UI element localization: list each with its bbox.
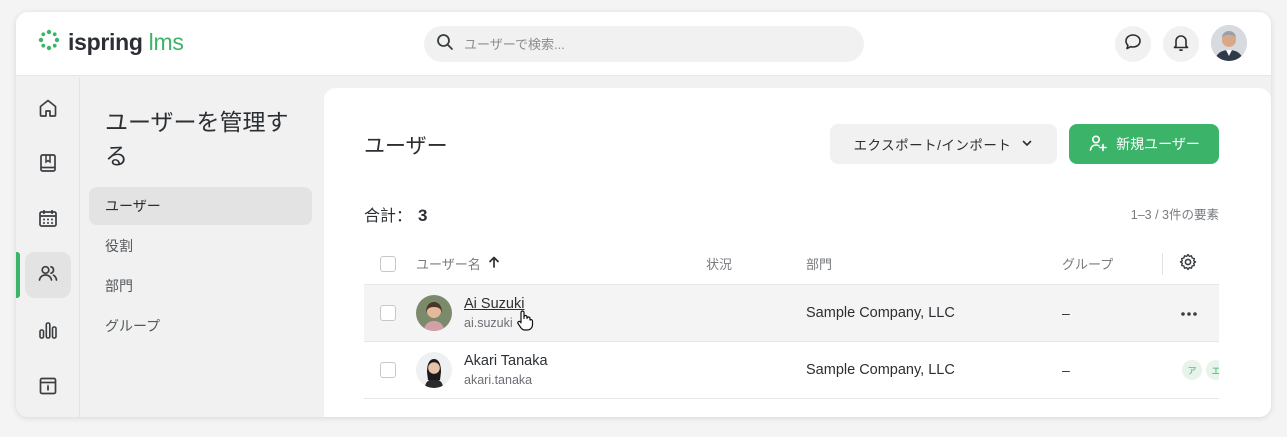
archive-icon (37, 375, 59, 402)
search-input[interactable] (464, 36, 844, 52)
users-table: ユーザー名 状況 部門 グループ Ai Suzuki ai.suzuki Sam… (364, 243, 1226, 399)
column-username-label: ユーザー名 (416, 257, 481, 272)
logo[interactable]: ispring lms (38, 29, 184, 56)
home-icon (37, 97, 59, 124)
logo-text: ispring lms (68, 29, 184, 55)
export-import-button[interactable]: エクスポート/インポート (830, 124, 1057, 164)
nav-archive[interactable] (25, 365, 71, 411)
user-login: akari.tanaka (464, 373, 533, 387)
row-checkbox[interactable] (380, 362, 396, 378)
column-group[interactable]: グループ (1062, 243, 1113, 284)
table-scroll-edge (1219, 243, 1271, 417)
book-icon (37, 152, 59, 179)
column-username[interactable]: ユーザー名 (416, 243, 501, 284)
column-status[interactable]: 状況 (706, 243, 732, 284)
main-panel: ユーザー エクスポート/インポート 新規ユーザー 合計： 3 1–3 / 3件の… (324, 88, 1271, 417)
avatar (416, 352, 452, 388)
tag-badge: ア (1182, 360, 1202, 380)
notifications-button[interactable] (1163, 26, 1199, 62)
select-all-checkbox[interactable] (380, 255, 396, 272)
user-group: – (1062, 362, 1070, 378)
active-indicator (16, 252, 20, 298)
app-window: ispring lms ユーザーで検索... ユーザーを管理する ユーザー 役割… (16, 12, 1271, 417)
user-name-link[interactable]: Akari Tanaka (464, 353, 548, 369)
nav-calendar[interactable] (25, 197, 71, 243)
user-department: Sample Company, LLC (806, 362, 955, 378)
nav-reports[interactable] (25, 309, 71, 355)
pagination-info: 1–3 / 3件の要素 (1130, 208, 1219, 222)
gear-icon (1178, 252, 1198, 275)
page-title: ユーザー (364, 135, 448, 158)
new-user-label: 新規ユーザー (1116, 136, 1200, 152)
total-count: 合計： 3 (364, 202, 427, 226)
more-icon (1180, 304, 1198, 322)
subnav: ユーザーを管理する ユーザー 役割 部門 グループ (81, 77, 323, 417)
subnav-title: ユーザーを管理する (105, 109, 289, 169)
column-department[interactable]: 部門 (806, 243, 832, 284)
subnav-item-roles[interactable]: 役割 (89, 227, 312, 265)
users-icon (37, 262, 59, 289)
user-department: Sample Company, LLC (806, 305, 955, 321)
row-checkbox[interactable] (380, 305, 396, 321)
export-import-label: エクスポート/インポート (853, 138, 1012, 153)
new-user-button[interactable]: 新規ユーザー (1069, 124, 1219, 164)
calendar-icon (37, 207, 59, 234)
subnav-item-users[interactable]: ユーザー (89, 187, 312, 225)
search-bar[interactable] (424, 26, 864, 62)
header-divider (1162, 253, 1163, 275)
chat-button[interactable] (1115, 26, 1151, 62)
add-user-icon (1088, 133, 1108, 156)
logo-icon (38, 29, 60, 56)
user-group: – (1062, 305, 1070, 321)
nav-users[interactable] (25, 252, 71, 298)
nav-home[interactable] (25, 87, 71, 133)
left-rail (16, 77, 80, 417)
top-bar: ispring lms (16, 12, 1271, 76)
search-icon (436, 33, 454, 56)
chart-icon (37, 319, 59, 346)
hand-cursor-icon (516, 309, 534, 331)
column-settings-button[interactable] (1178, 243, 1198, 284)
table-row[interactable]: Ai Suzuki ai.suzuki Sample Company, LLC … (364, 285, 1219, 342)
chat-icon (1123, 32, 1143, 57)
row-menu-button[interactable] (1180, 285, 1198, 341)
arrow-up-icon (487, 255, 501, 272)
total-label: 合計： (364, 208, 413, 225)
subnav-item-departments[interactable]: 部門 (89, 267, 312, 305)
total-number: 3 (418, 206, 428, 225)
subnav-item-groups[interactable]: グループ (89, 307, 312, 345)
bell-icon (1171, 32, 1191, 57)
nav-courses[interactable] (25, 142, 71, 188)
avatar (416, 295, 452, 331)
chevron-down-icon (1021, 137, 1033, 152)
profile-avatar[interactable] (1211, 25, 1247, 61)
table-row[interactable]: Akari Tanaka akari.tanaka Sample Company… (364, 342, 1226, 399)
table-header: ユーザー名 状況 部門 グループ (364, 243, 1219, 285)
